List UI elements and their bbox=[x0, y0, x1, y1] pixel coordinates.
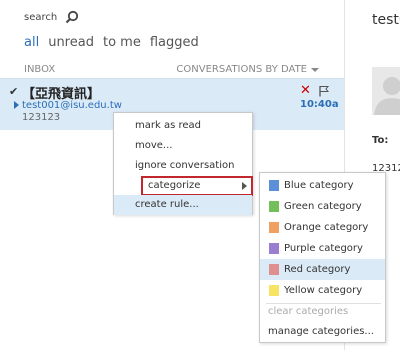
category-item-green[interactable]: Green category bbox=[260, 196, 385, 217]
list-header: INBOX CONVERSATIONS BY DATE bbox=[24, 64, 319, 75]
category-label[interactable]: Purple category bbox=[284, 243, 363, 254]
search-label[interactable]: search bbox=[24, 12, 57, 23]
orange-swatch-icon bbox=[269, 222, 279, 233]
flag-icon[interactable] bbox=[318, 85, 330, 97]
menu-item-categorize-label[interactable]: categorize bbox=[148, 180, 200, 191]
filter-bar: all unread to me flagged bbox=[24, 35, 199, 50]
delete-icon[interactable]: ✕ bbox=[300, 83, 311, 98]
avatar bbox=[372, 67, 400, 115]
check-icon[interactable]: ✔ bbox=[9, 85, 18, 98]
yellow-swatch-icon bbox=[269, 285, 279, 296]
message-time: 10:40a bbox=[300, 99, 339, 110]
search-row[interactable]: search bbox=[24, 10, 79, 24]
filter-unread[interactable]: unread bbox=[48, 35, 94, 50]
category-submenu: Blue category Green category Orange cate… bbox=[259, 172, 386, 343]
filter-to-me[interactable]: to me bbox=[103, 35, 141, 50]
blue-swatch-icon bbox=[269, 180, 279, 191]
category-label[interactable]: Yellow category bbox=[284, 285, 362, 296]
to-label: To: bbox=[372, 135, 389, 146]
message-email: test001@isu.edu.tw bbox=[22, 100, 122, 111]
folder-name: INBOX bbox=[24, 64, 56, 75]
clear-categories-item: clear categories bbox=[268, 306, 349, 317]
menu-item-create-rule[interactable]: create rule... bbox=[114, 195, 252, 215]
menu-item-ignore-conversation[interactable]: ignore conversation bbox=[114, 156, 252, 176]
search-icon[interactable] bbox=[65, 10, 79, 24]
category-item-blue[interactable]: Blue category bbox=[260, 175, 385, 196]
sort-dropdown[interactable]: CONVERSATIONS BY DATE bbox=[176, 64, 319, 75]
chevron-down-icon[interactable] bbox=[311, 67, 319, 72]
message-preview: 123123 bbox=[22, 112, 61, 123]
category-label[interactable]: Green category bbox=[284, 201, 362, 212]
category-label[interactable]: Blue category bbox=[284, 180, 354, 191]
red-swatch-icon bbox=[269, 264, 279, 275]
person-icon bbox=[374, 77, 400, 115]
purple-swatch-icon bbox=[269, 243, 279, 254]
green-swatch-icon bbox=[269, 201, 279, 212]
sort-label[interactable]: CONVERSATIONS BY DATE bbox=[176, 64, 307, 75]
filter-all[interactable]: all bbox=[24, 35, 39, 50]
category-label[interactable]: Red category bbox=[284, 264, 350, 275]
category-item-yellow[interactable]: Yellow category bbox=[260, 280, 385, 301]
menu-item-categorize[interactable]: categorize bbox=[141, 176, 253, 196]
context-menu: mark as read move... ignore conversation… bbox=[113, 112, 253, 215]
category-item-purple[interactable]: Purple category bbox=[260, 238, 385, 259]
category-label[interactable]: Orange category bbox=[284, 222, 368, 233]
filter-flagged[interactable]: flagged bbox=[150, 35, 199, 50]
manage-categories-item[interactable]: manage categories... bbox=[260, 321, 385, 342]
reading-pane-subject: test0 bbox=[372, 12, 400, 28]
menu-item-move[interactable]: move... bbox=[114, 136, 252, 156]
expand-arrow-icon[interactable] bbox=[14, 101, 19, 109]
submenu-arrow-icon bbox=[242, 182, 247, 190]
category-item-orange[interactable]: Orange category bbox=[260, 217, 385, 238]
menu-item-mark-as-read[interactable]: mark as read bbox=[114, 116, 252, 136]
category-item-red[interactable]: Red category bbox=[260, 259, 385, 280]
